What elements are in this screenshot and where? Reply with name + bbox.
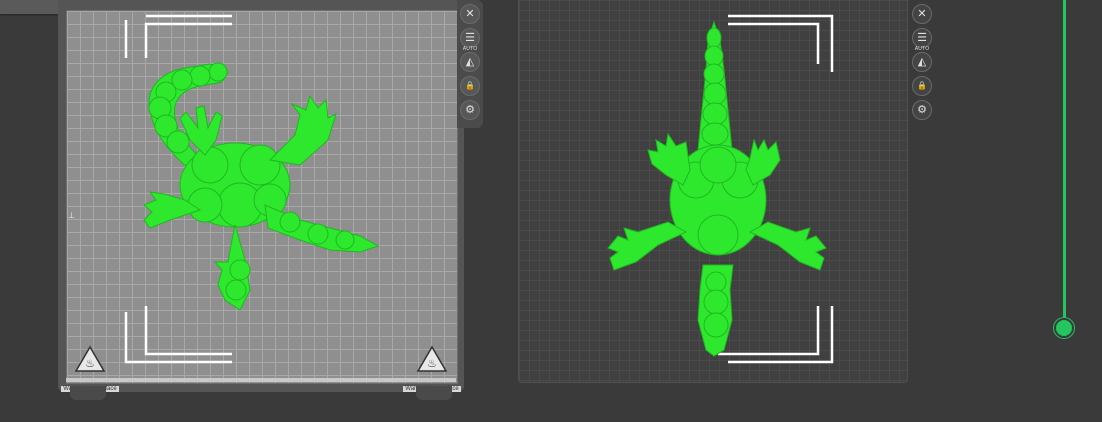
slider-handle[interactable] — [1054, 318, 1074, 338]
lock-icon[interactable]: 🔒 — [460, 76, 480, 96]
slider-track[interactable] — [1063, 0, 1066, 328]
right-viewport[interactable] — [518, 0, 908, 384]
auto-glyph: ◭ — [917, 55, 927, 68]
close-icon[interactable]: ✕ — [912, 4, 932, 24]
plate-foot-left — [70, 386, 106, 400]
plate-foot-right — [416, 386, 452, 400]
auto-caption: AUTO — [462, 46, 478, 52]
svg-text:♨: ♨ — [427, 357, 437, 370]
list-icon[interactable]: ☰ — [912, 28, 932, 48]
gear-icon[interactable]: ⚙ — [460, 100, 480, 120]
auto-orient-icon[interactable]: AUTO ◭ — [460, 47, 480, 72]
gear-icon[interactable]: ⚙ — [912, 100, 932, 120]
auto-caption: AUTO — [914, 46, 930, 52]
dragon-model-right[interactable] — [518, 0, 908, 384]
lock-icon[interactable]: 🔒 — [912, 76, 932, 96]
auto-glyph: ◭ — [465, 55, 475, 68]
close-icon[interactable]: ✕ — [460, 4, 480, 24]
layer-slider[interactable] — [1050, 0, 1080, 340]
svg-text:♨: ♨ — [85, 357, 95, 370]
hot-surface-warning-icon: ♨ — [416, 345, 448, 372]
list-icon[interactable]: ☰ — [460, 28, 480, 48]
left-viewport[interactable]: ⊥ ♨ surface ♨ ✕ ☰ AUTO ◭ 🔒 ⚙ — [0, 0, 490, 422]
auto-orient-icon[interactable]: AUTO ◭ — [912, 47, 932, 72]
hot-surface-warning-icon: ♨ — [74, 345, 106, 372]
object-toolbar-left: ✕ ☰ AUTO ◭ 🔒 ⚙ — [457, 0, 483, 128]
object-toolbar-right: ✕ ☰ AUTO ◭ 🔒 ⚙ — [909, 0, 935, 128]
